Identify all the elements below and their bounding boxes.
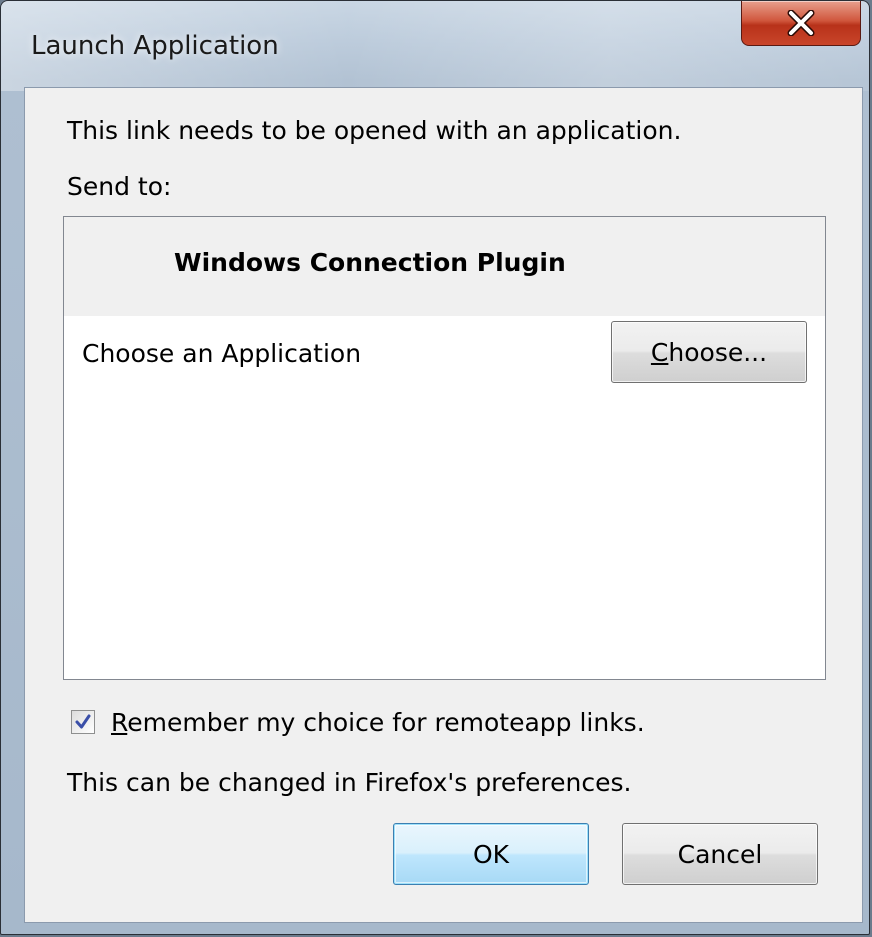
choose-mnemonic: C (650, 337, 669, 367)
list-header-label: Windows Connection Plugin (174, 248, 566, 277)
cancel-button[interactable]: Cancel (622, 823, 818, 885)
window-title: Launch Application (31, 31, 279, 61)
dialog-body: This link needs to be opened with an app… (24, 87, 863, 923)
close-icon (787, 10, 815, 36)
list-header[interactable]: Windows Connection Plugin (64, 217, 825, 316)
send-to-label: Send to: (67, 172, 172, 201)
remember-checkbox[interactable] (71, 710, 95, 734)
checkmark-icon (75, 714, 91, 729)
remember-label[interactable]: Remember my choice for remoteapp links. (111, 708, 645, 737)
preferences-note: This can be changed in Firefox's prefere… (67, 768, 632, 797)
choose-label-rest: hoose... (668, 337, 768, 367)
title-bar[interactable]: Launch Application (1, 1, 869, 91)
remember-choice[interactable]: Remember my choice for remoteapp links. (71, 702, 645, 742)
close-button[interactable] (741, 1, 861, 46)
message-text: This link needs to be opened with an app… (67, 116, 682, 145)
choose-button[interactable]: Choose... (611, 321, 807, 383)
remember-mnemonic: R (111, 707, 128, 737)
list-item-label: Choose an Application (82, 339, 362, 368)
remember-label-rest: emember my choice for remoteapp links. (127, 707, 645, 737)
launch-application-dialog: Launch Application This link needs to be… (0, 0, 870, 935)
application-list[interactable]: Windows Connection Plugin Choose an Appl… (63, 216, 826, 680)
list-item[interactable]: Choose an Application Choose... (64, 316, 825, 396)
ok-button[interactable]: OK (393, 823, 589, 885)
